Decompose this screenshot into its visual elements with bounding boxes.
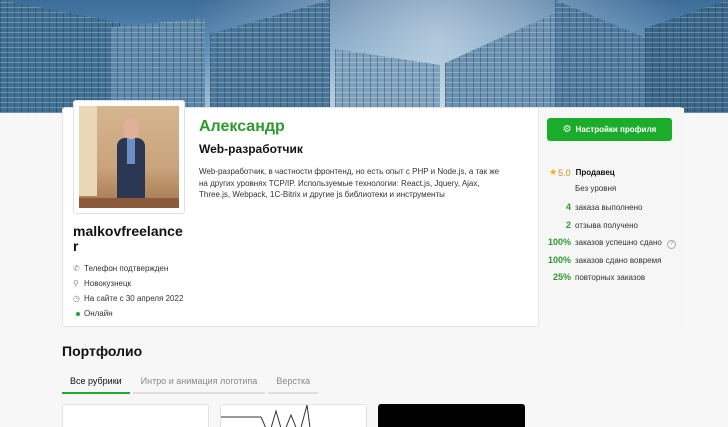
profile-name: Александр xyxy=(199,118,285,135)
portfolio-item[interactable] xyxy=(62,404,209,427)
avatar-photo xyxy=(79,106,179,208)
cover-tower xyxy=(110,18,205,113)
tab-markup[interactable]: Верстка xyxy=(268,370,319,394)
star-icon: ★ xyxy=(549,167,558,177)
avatar[interactable] xyxy=(73,100,185,214)
stat-value: 25% xyxy=(552,272,571,282)
location-text: Новокузнецк xyxy=(84,279,132,288)
member-since: ◷ На сайте с 30 апреля 2022 xyxy=(73,294,183,303)
stat-success-rate: 100% заказов успешно сдано ? xyxy=(548,237,677,249)
photo-person-head xyxy=(123,118,139,139)
stat-reviews: 2 отзыва получено xyxy=(566,220,638,230)
profile-settings-label: Настройки профиля xyxy=(575,125,657,134)
help-icon[interactable]: ? xyxy=(667,240,677,249)
stat-on-time: 100% заказов сдано вовремя xyxy=(548,255,662,265)
gear-icon: ⚙ xyxy=(562,124,572,135)
stat-repeat-orders: 25% повторных заказов xyxy=(553,272,646,282)
stat-label: заказов сдано вовремя xyxy=(575,256,662,265)
tab-all-categories[interactable]: Все рубрики xyxy=(62,370,130,394)
stat-value: 100% xyxy=(547,255,571,265)
profile-role: Web-разработчик xyxy=(199,142,303,156)
online-status-text: Онлайн xyxy=(84,309,113,318)
tab-logo-animation[interactable]: Интро и анимация логотипа xyxy=(132,370,266,394)
stat-value: 2 xyxy=(565,220,571,230)
phone-status-text: Телефон подтвержден xyxy=(84,264,169,273)
portfolio-item[interactable] xyxy=(378,404,525,427)
stat-label: заказов успешно сдано xyxy=(575,238,662,247)
stat-orders-completed: 4 заказа выполнено xyxy=(566,202,643,212)
online-dot-icon xyxy=(76,311,80,316)
portfolio-tabs: Все рубрики Интро и анимация логотипа Ве… xyxy=(62,370,682,394)
phone-status: ✆ Телефон подтвержден xyxy=(73,264,168,273)
stat-label: заказа выполнено xyxy=(575,203,643,212)
stat-value: 4 xyxy=(565,202,571,212)
profile-settings-button[interactable]: ⚙ Настройки профиля xyxy=(547,118,672,141)
clock-icon: ◷ xyxy=(73,294,80,303)
portfolio-item[interactable] xyxy=(220,404,367,427)
map-pin-icon: ⚲ xyxy=(73,279,79,288)
photo-person-shirt xyxy=(127,138,135,164)
sketch-thumbnail xyxy=(221,405,311,427)
cover-image xyxy=(0,0,728,113)
stat-label: отзыва получено xyxy=(575,221,638,230)
photo-window xyxy=(79,106,97,196)
phone-icon: ✆ xyxy=(73,264,80,273)
username: malkovfreelancer xyxy=(73,223,183,254)
profile-description: Web-разработчик, в частности фронтенд, н… xyxy=(199,167,500,199)
stat-label: повторных заказов xyxy=(575,273,646,282)
stat-value: 100% xyxy=(547,237,571,247)
member-since-text: На сайте с 30 апреля 2022 xyxy=(84,294,184,303)
seller-rating: ★ 5.0 Продавец xyxy=(549,167,615,178)
portfolio-title: Портфолио xyxy=(62,343,143,359)
rating-label: Продавец xyxy=(575,168,615,177)
photo-floor xyxy=(79,198,179,208)
online-status: Онлайн xyxy=(73,309,113,318)
location: ⚲ Новокузнецк xyxy=(73,279,131,288)
rating-score: 5.0 xyxy=(558,167,571,178)
seller-level: Без уровня xyxy=(575,184,617,193)
